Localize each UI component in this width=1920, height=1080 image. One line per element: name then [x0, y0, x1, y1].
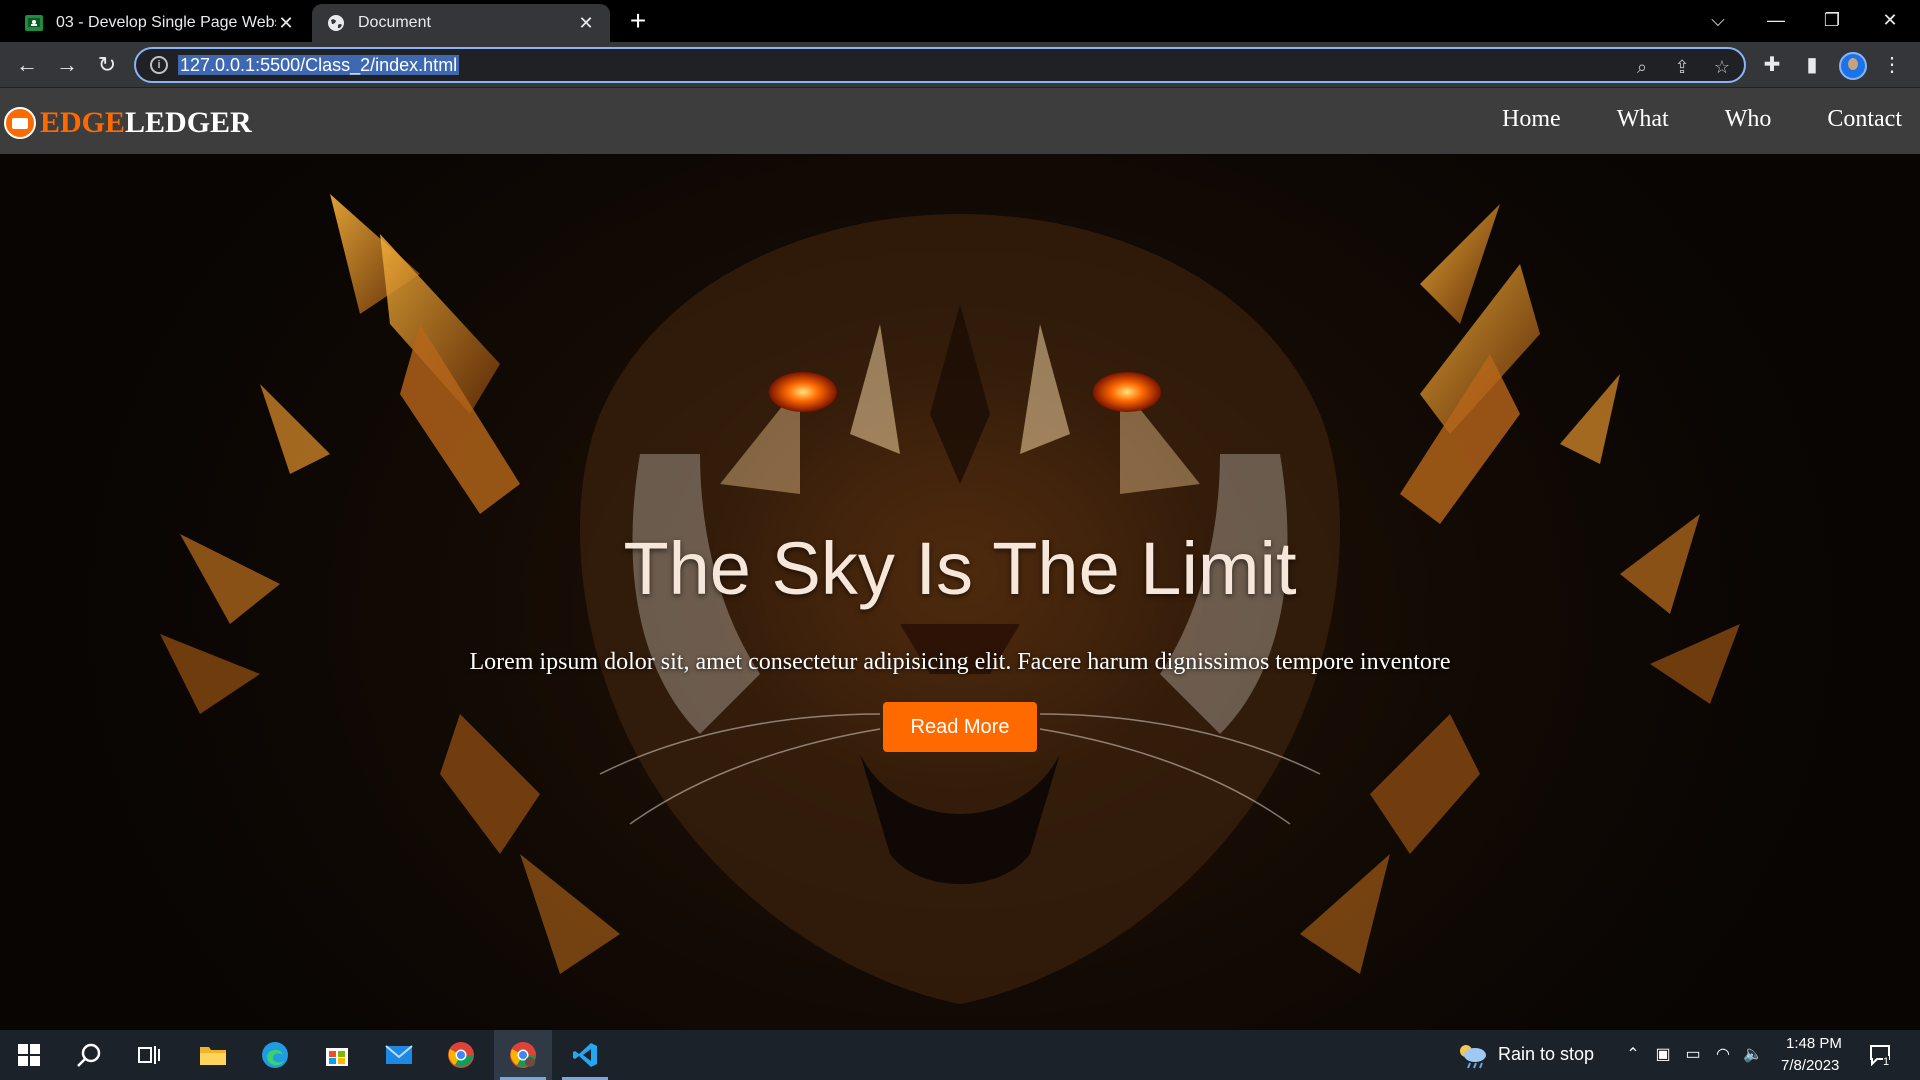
- address-bar[interactable]: i 127.0.0.1:5500/Class_2/index.html ⌕ ⇪ …: [134, 47, 1746, 83]
- nav-home-link[interactable]: Home: [1502, 106, 1561, 133]
- chevron-up-icon[interactable]: ⌃: [1622, 1044, 1644, 1066]
- volume-icon[interactable]: 🔈: [1742, 1044, 1764, 1066]
- tab-title: Document: [358, 14, 431, 31]
- weather-text[interactable]: Rain to stop: [1498, 1044, 1594, 1065]
- vscode-icon[interactable]: [556, 1030, 614, 1080]
- notification-count: 1: [1883, 1056, 1890, 1068]
- hero-section: The Sky Is The Limit Lorem ipsum dolor s…: [0, 154, 1920, 1030]
- clock-date[interactable]: 7/8/2023: [1781, 1057, 1839, 1074]
- battery-icon[interactable]: ▭: [1682, 1044, 1704, 1066]
- google-classroom-icon: [24, 13, 44, 33]
- browser-toolbar: ← → ↻ i 127.0.0.1:5500/Class_2/index.htm…: [0, 42, 1920, 88]
- site-logo[interactable]: EDGE LEDGER: [4, 106, 252, 140]
- hero-title: The Sky Is The Limit: [623, 527, 1297, 610]
- menu-kebab-icon[interactable]: ⋮: [1878, 51, 1906, 79]
- mail-icon[interactable]: [370, 1030, 428, 1080]
- side-panel-icon[interactable]: ▮: [1798, 51, 1826, 79]
- browser-tab-classroom[interactable]: 03 - Develop Single Page Websit ✕: [10, 4, 310, 42]
- chrome-profile-icon[interactable]: [494, 1030, 552, 1080]
- page-viewport: EDGE LEDGER Home What Who Contact The Sk…: [0, 88, 1920, 1030]
- tab-search-icon[interactable]: ⌵: [1700, 4, 1736, 36]
- task-view-icon[interactable]: [120, 1030, 178, 1080]
- notification-center-icon[interactable]: [1866, 1044, 1896, 1067]
- hero-content: The Sky Is The Limit Lorem ipsum dolor s…: [0, 154, 1920, 1030]
- chrome-icon[interactable]: [432, 1030, 490, 1080]
- forward-icon[interactable]: →: [51, 49, 83, 81]
- site-info-icon[interactable]: i: [150, 56, 168, 74]
- clock-time[interactable]: 1:48 PM: [1786, 1035, 1842, 1052]
- logo-ledger-text: LEDGER: [125, 106, 252, 139]
- search-icon[interactable]: [60, 1030, 118, 1080]
- profile-avatar[interactable]: [1839, 52, 1867, 80]
- file-explorer-icon[interactable]: [184, 1030, 242, 1080]
- tab-title: 03 - Develop Single Page Websit: [56, 14, 276, 31]
- globe-icon: [326, 13, 346, 33]
- book-logo-icon: [4, 107, 36, 139]
- reload-icon[interactable]: ↻: [91, 49, 123, 81]
- share-icon[interactable]: ⇪: [1670, 55, 1694, 79]
- windows-taskbar: Rain to stop ⌃ ▣ ▭ ◠ 🔈 1:48 PM 7/8/2023 …: [0, 1030, 1920, 1080]
- close-window-icon[interactable]: ✕: [1872, 4, 1908, 36]
- back-icon[interactable]: ←: [11, 49, 43, 81]
- bookmark-star-icon[interactable]: ☆: [1710, 55, 1734, 79]
- site-menu: Home What Who Contact: [1502, 106, 1902, 133]
- windows-start-icon[interactable]: [0, 1030, 58, 1080]
- close-tab-icon[interactable]: ✕: [276, 13, 296, 33]
- meet-now-icon[interactable]: ▣: [1652, 1044, 1674, 1066]
- extensions-icon[interactable]: ✚: [1758, 51, 1786, 79]
- close-tab-icon[interactable]: ✕: [576, 13, 596, 33]
- wifi-icon[interactable]: ◠: [1712, 1044, 1734, 1066]
- edge-browser-icon[interactable]: [246, 1030, 304, 1080]
- hero-description: Lorem ipsum dolor sit, amet consectetur …: [469, 649, 1451, 675]
- site-navbar: EDGE LEDGER Home What Who Contact: [0, 88, 1920, 154]
- minimize-icon[interactable]: —: [1758, 4, 1794, 36]
- new-tab-button[interactable]: +: [624, 7, 652, 36]
- browser-tab-strip: 03 - Develop Single Page Websit ✕ Docume…: [0, 0, 1920, 42]
- browser-tab-document[interactable]: Document ✕: [312, 4, 610, 42]
- restore-icon[interactable]: ❐: [1814, 4, 1850, 36]
- logo-edge-text: EDGE: [40, 106, 126, 139]
- read-more-button[interactable]: Read More: [883, 702, 1037, 752]
- weather-rain-icon[interactable]: [1458, 1042, 1488, 1070]
- microsoft-store-icon[interactable]: [308, 1030, 366, 1080]
- nav-contact-link[interactable]: Contact: [1827, 106, 1902, 133]
- nav-what-link[interactable]: What: [1617, 106, 1669, 133]
- url-text[interactable]: 127.0.0.1:5500/Class_2/index.html: [178, 55, 460, 75]
- nav-who-link[interactable]: Who: [1725, 106, 1772, 133]
- zoom-icon[interactable]: ⌕: [1630, 55, 1654, 79]
